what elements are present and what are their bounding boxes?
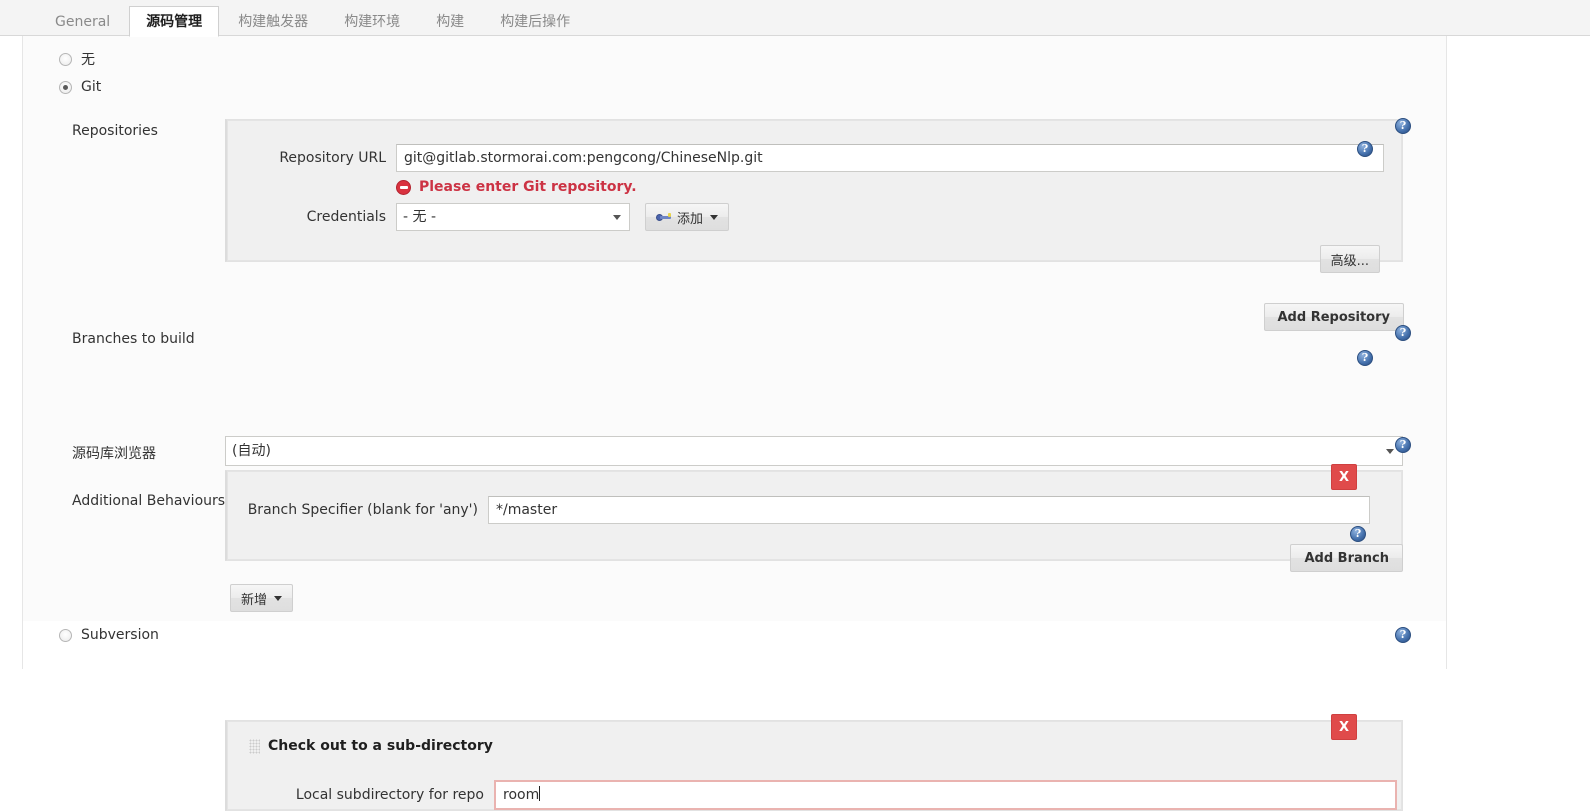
local-subdirectory-value: room <box>503 787 540 803</box>
repository-browser-select-wrap: (自动) <box>225 436 1403 466</box>
repository-url-error: Please enter Git repository. <box>396 179 637 195</box>
scm-option-git[interactable]: Git <box>59 79 101 95</box>
caret-down-icon <box>710 214 719 220</box>
repository-url-error-text: Please enter Git repository. <box>419 179 637 195</box>
repository-url-row: Repository URL <box>228 144 1388 172</box>
repository-url-input[interactable] <box>396 144 1384 172</box>
config-tabbar: General 源码管理 构建触发器 构建环境 构建 构建后操作 <box>0 0 1590 37</box>
repository-browser-label: 源码库浏览器 <box>72 446 156 462</box>
subversion-help-icon[interactable]: ? <box>1395 627 1411 643</box>
branch-specifier-label: Branch Specifier (blank for 'any') <box>247 502 478 518</box>
branches-box: Branch Specifier (blank for 'any') Add B… <box>225 464 1403 572</box>
behaviour-item-title: Check out to a sub-directory <box>268 738 493 754</box>
scm-option-subversion[interactable]: Subversion <box>59 627 159 643</box>
repository-url-help-icon[interactable]: ? <box>1357 141 1373 157</box>
repository-browser-select[interactable]: (自动) <box>225 436 1403 466</box>
drag-handle-icon[interactable] <box>249 738 260 754</box>
config-tab-list: General 源码管理 构建触发器 构建环境 构建 构建后操作 <box>38 0 589 37</box>
delete-behaviour-button[interactable]: X <box>1331 714 1357 740</box>
add-behaviour-label: 新增 <box>241 592 268 608</box>
repositories-box-inner: Repository URL Please enter Git reposito… <box>227 120 1402 273</box>
radio-git[interactable] <box>59 80 72 94</box>
branch-specifier-input[interactable] <box>488 496 1370 524</box>
tab-general[interactable]: General <box>38 7 127 36</box>
radio-none[interactable] <box>59 52 72 66</box>
local-subdirectory-row: Local subdirectory for repo room <box>228 780 1397 810</box>
scm-panel: 无 Git Repositories Repository URL Please… <box>22 36 1447 811</box>
local-subdirectory-help-icon[interactable]: ? <box>1350 526 1366 542</box>
branches-section-label: Branches to build <box>72 331 195 347</box>
scm-option-none-label: 无 <box>81 52 95 68</box>
behaviours-box-inner: Check out to a sub-directory Local subdi… <box>227 721 1402 810</box>
local-subdirectory-input[interactable]: room <box>494 780 1397 810</box>
branches-help-icon[interactable]: ? <box>1395 325 1411 341</box>
credentials-select-wrap: - 无 - <box>396 203 630 231</box>
branch-specifier-help-icon[interactable]: ? <box>1357 350 1373 366</box>
credentials-label: Credentials <box>306 209 386 225</box>
caret-down-icon <box>274 595 283 601</box>
credentials-row: Credentials - 无 - 添加 <box>228 203 730 231</box>
add-branch-button[interactable]: Add Branch <box>1290 544 1403 572</box>
repositories-help-icon[interactable]: ? <box>1395 118 1411 134</box>
add-repository-button[interactable]: Add Repository <box>1263 303 1404 331</box>
branch-specifier-row: Branch Specifier (blank for 'any') <box>228 496 1370 524</box>
tab-source-code-management[interactable]: 源码管理 <box>129 6 220 37</box>
key-icon <box>656 212 672 223</box>
add-credentials-label: 添加 <box>677 211 704 227</box>
tab-build[interactable]: 构建 <box>419 7 481 36</box>
scm-option-git-label: Git <box>81 79 102 95</box>
tab-post-build-actions[interactable]: 构建后操作 <box>483 7 587 36</box>
scm-config-page: General 源码管理 构建触发器 构建环境 构建 构建后操作 无 Git R… <box>0 0 1590 811</box>
additional-behaviours-label: Additional Behaviours <box>72 493 226 509</box>
radio-subversion[interactable] <box>59 628 72 642</box>
scm-option-subversion-label: Subversion <box>81 627 159 643</box>
tab-build-triggers[interactable]: 构建触发器 <box>221 7 325 36</box>
text-caret <box>539 786 541 801</box>
tab-build-environment[interactable]: 构建环境 <box>327 7 417 36</box>
scm-panel-bottom: Subversion ? <box>22 621 1447 669</box>
repository-browser-help-icon[interactable]: ? <box>1395 437 1411 453</box>
repositories-box: Repository URL Please enter Git reposito… <box>225 119 1404 331</box>
delete-branch-button[interactable]: X <box>1331 464 1357 490</box>
credentials-select[interactable]: - 无 - <box>396 203 630 231</box>
local-subdirectory-label: Local subdirectory for repo <box>295 787 484 803</box>
behaviour-item-header: Check out to a sub-directory <box>249 738 493 754</box>
add-credentials-button[interactable]: 添加 <box>645 203 730 231</box>
repositories-section-label: Repositories <box>72 123 158 139</box>
repository-url-label: Repository URL <box>279 150 386 166</box>
error-icon <box>396 179 411 195</box>
repository-advanced-button[interactable]: 高级... <box>1319 245 1380 273</box>
behaviours-box: Check out to a sub-directory Local subdi… <box>225 714 1403 811</box>
branches-box-inner: Branch Specifier (blank for 'any') Add B… <box>227 471 1403 572</box>
scm-option-none[interactable]: 无 <box>59 49 95 69</box>
add-behaviour-button[interactable]: 新增 <box>230 584 294 612</box>
